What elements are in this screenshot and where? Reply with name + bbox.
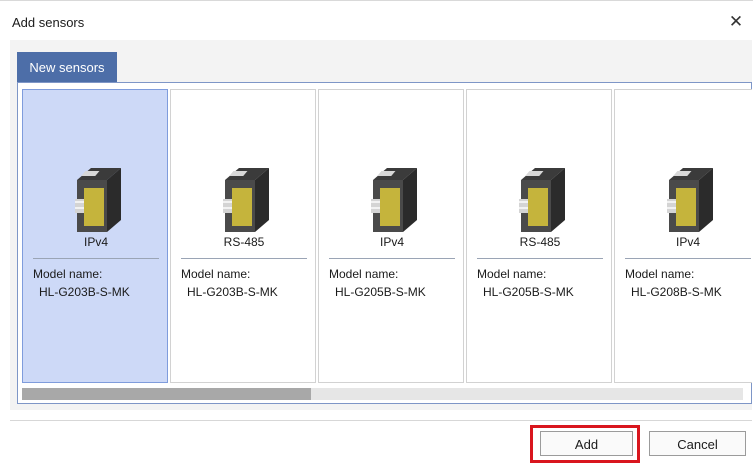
model-name-label: Model name: xyxy=(477,267,547,281)
sensor-cards: IPv4 Model name: HL-G203B-S-MK RS-485 Mo… xyxy=(22,89,752,386)
sensor-card[interactable]: IPv4 Model name: HL-G208B-S-MK xyxy=(614,89,752,383)
sensor-card[interactable]: RS-485 Model name: HL-G203B-S-MK xyxy=(170,89,316,383)
horizontal-scrollbar[interactable] xyxy=(22,388,743,400)
dialog-title: Add sensors xyxy=(12,15,85,30)
model-name-value: HL-G205B-S-MK xyxy=(483,285,574,299)
model-name-value: HL-G205B-S-MK xyxy=(335,285,426,299)
connection-type: IPv4 xyxy=(379,235,404,249)
model-name-value: HL-G203B-S-MK xyxy=(187,285,278,299)
connection-type: IPv4 xyxy=(675,235,700,249)
close-icon[interactable]: ✕ xyxy=(727,13,745,31)
connection-type: RS-485 xyxy=(223,235,265,249)
sensor-icon xyxy=(223,168,269,232)
sensor-list-area: IPv4 Model name: HL-G203B-S-MK RS-485 Mo… xyxy=(17,82,752,404)
card-divider xyxy=(181,258,307,259)
connection-type: RS-485 xyxy=(519,235,561,249)
tab-new-sensors[interactable]: New sensors xyxy=(17,52,117,82)
card-divider xyxy=(625,258,751,259)
sensor-icon xyxy=(371,168,417,232)
sensor-card[interactable]: IPv4 Model name: HL-G205B-S-MK xyxy=(318,89,464,383)
footer-divider xyxy=(10,420,752,421)
add-button-highlight xyxy=(530,425,640,463)
card-divider xyxy=(33,258,159,259)
title-bar: Add sensors ✕ xyxy=(0,0,753,40)
add-sensors-dialog: Add sensors ✕ New sensors IPv4 Model nam… xyxy=(0,0,753,465)
model-name-value: HL-G203B-S-MK xyxy=(39,285,130,299)
model-name-value: HL-G208B-S-MK xyxy=(631,285,722,299)
cancel-button[interactable]: Cancel xyxy=(649,431,746,456)
sensor-icon xyxy=(667,168,713,232)
sensor-card[interactable]: IPv4 Model name: HL-G203B-S-MK xyxy=(22,89,168,383)
sensor-icon xyxy=(519,168,565,232)
sensor-icon xyxy=(75,168,121,232)
model-name-label: Model name: xyxy=(329,267,399,281)
model-name-label: Model name: xyxy=(33,267,103,281)
sensor-card[interactable]: RS-485 Model name: HL-G205B-S-MK xyxy=(466,89,612,383)
scrollbar-thumb[interactable] xyxy=(22,388,311,400)
connection-type: IPv4 xyxy=(83,235,108,249)
model-name-label: Model name: xyxy=(625,267,695,281)
card-divider xyxy=(329,258,455,259)
card-divider xyxy=(477,258,603,259)
model-name-label: Model name: xyxy=(181,267,251,281)
